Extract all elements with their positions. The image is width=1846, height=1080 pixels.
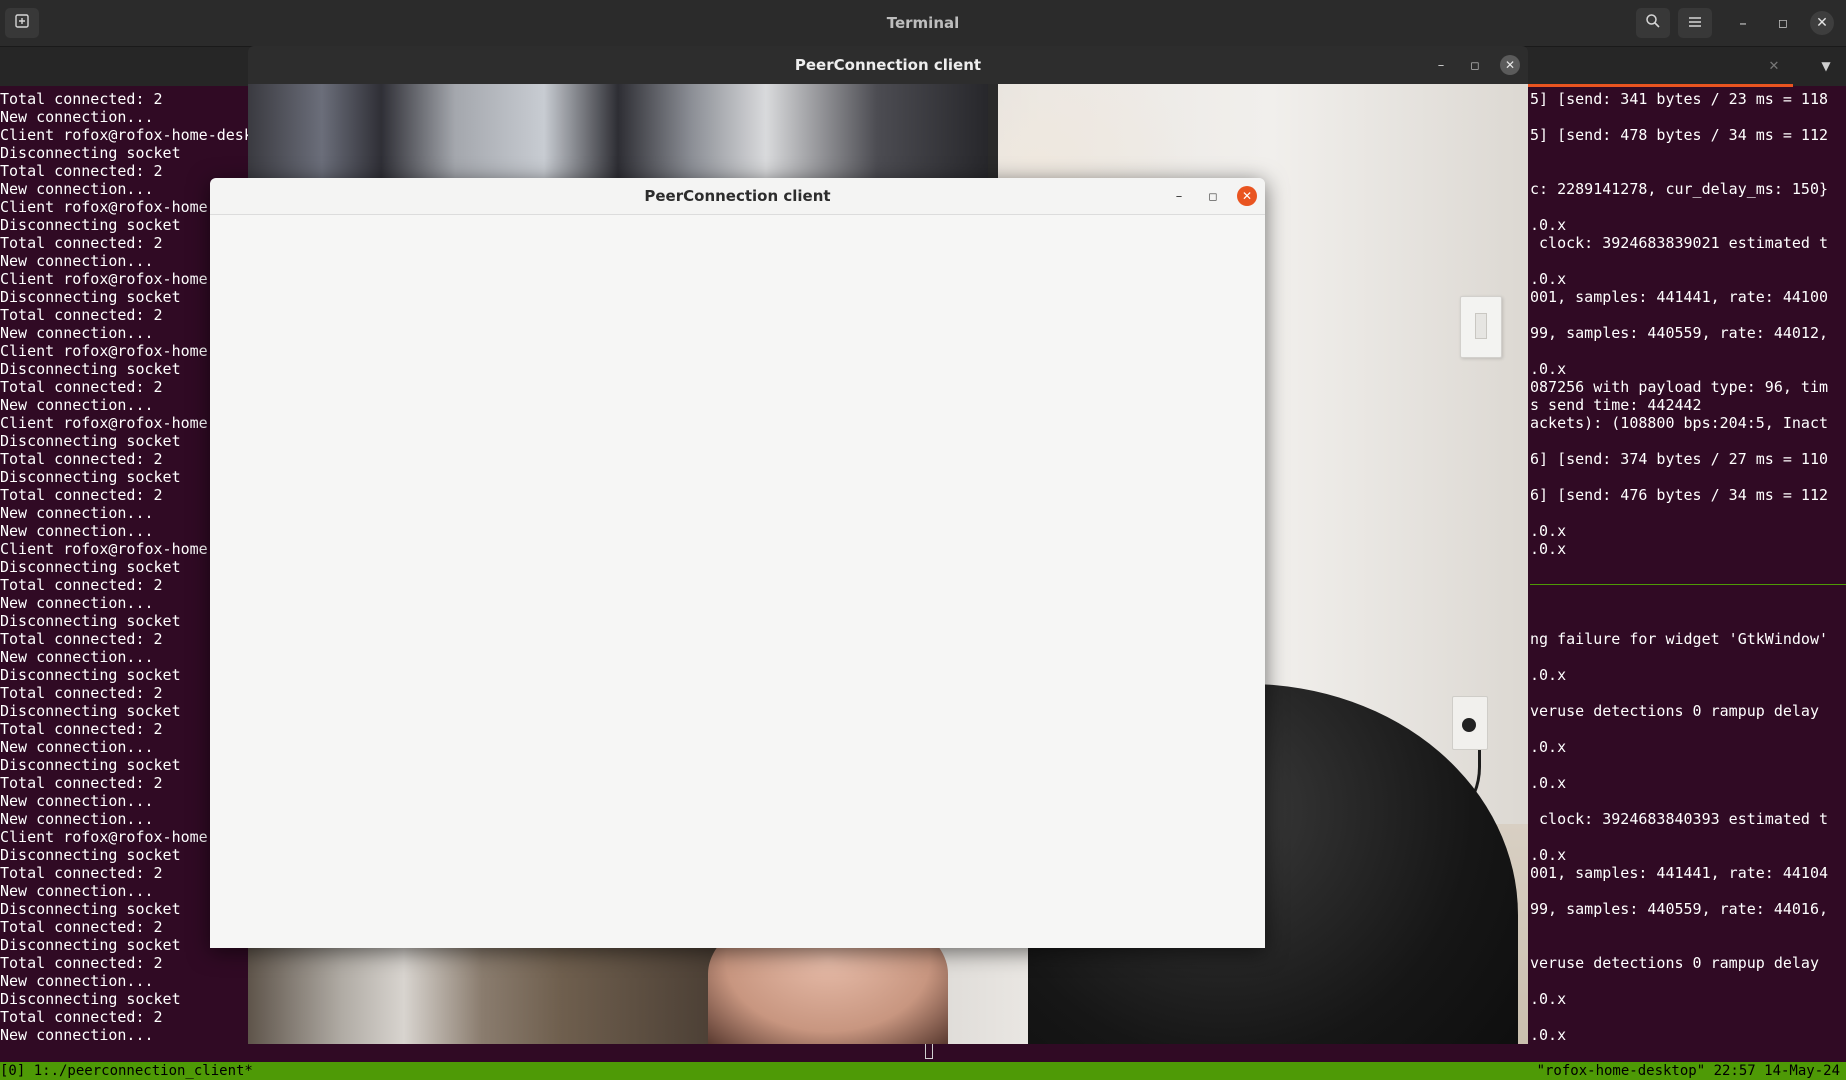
client-window-titlebar[interactable]: PeerConnection client – ◻ ✕: [210, 178, 1265, 215]
terminal-line: .0.x: [1530, 774, 1567, 792]
peerconnection-client-window[interactable]: PeerConnection client – ◻ ✕: [210, 178, 1265, 948]
client-window-content[interactable]: [210, 215, 1265, 948]
terminal-line: c: 2289141278, cur_delay_ms: 150}: [1530, 180, 1829, 198]
terminal-cursor: [925, 1043, 933, 1059]
terminal-line: .0.x: [1530, 540, 1567, 558]
menu-button[interactable]: [1678, 8, 1712, 38]
terminal-line: 6] [send: 476 bytes / 34 ms = 112: [1530, 486, 1829, 504]
search-icon: [1645, 13, 1661, 33]
terminal-line: 99, samples: 440559, rate: 44012,: [1530, 324, 1829, 342]
terminal-line: Disconnecting socket: [0, 144, 181, 162]
status-host-time: "rofox-home-desktop" 22:57 14-May-24: [1536, 1063, 1840, 1079]
terminal-minimize-button[interactable]: –: [1728, 8, 1758, 38]
terminal-line: .0.x: [1530, 738, 1567, 756]
terminal-line: Disconnecting socket: [0, 990, 181, 1008]
terminal-line: 087256 with payload type: 96, tim: [1530, 378, 1829, 396]
terminal-line: .0.x: [1530, 666, 1567, 684]
terminal-line: New connection...: [0, 108, 154, 126]
video-plug: [1462, 718, 1476, 732]
terminal-header-bar: Terminal – ◻ ✕: [0, 0, 1846, 47]
terminal-line: clock: 3924683839021 estimated t: [1530, 234, 1829, 252]
terminal-close-button[interactable]: ✕: [1810, 11, 1834, 35]
terminal-line: .0.x: [1530, 360, 1567, 378]
terminal-line: Total connected: 2: [0, 1008, 163, 1026]
video-window-minimize-button[interactable]: –: [1430, 54, 1452, 76]
client-window-close-button[interactable]: ✕: [1237, 186, 1257, 206]
terminal-line: ng failure for widget 'GtkWindow': [1530, 630, 1829, 648]
client-window-minimize-button[interactable]: –: [1168, 185, 1190, 207]
terminal-line: .0.x: [1530, 1026, 1567, 1044]
tmux-status-bar: [0] 1:./peerconnection_client* "rofox-ho…: [0, 1062, 1846, 1080]
video-window-close-button[interactable]: ✕: [1500, 55, 1520, 75]
video-window-titlebar[interactable]: PeerConnection client – ◻ ✕: [248, 46, 1528, 84]
terminal-line: 6] [send: 374 bytes / 27 ms = 110: [1530, 450, 1829, 468]
hamburger-menu-icon: [1688, 14, 1702, 32]
terminal-line: 001, samples: 441441, rate: 44100: [1530, 288, 1829, 306]
terminal-line: Total connected: 2: [0, 90, 163, 108]
status-window-list[interactable]: [0] 1:./peerconnection_client*: [0, 1062, 253, 1080]
terminal-line: s send time: 442442: [1530, 396, 1702, 414]
client-window-maximize-button[interactable]: ◻: [1202, 185, 1224, 207]
terminal-line: 5] [send: 341 bytes / 23 ms = 118: [1530, 90, 1829, 108]
terminal-line: ackets): (108800 bps:204:5, Inact: [1530, 414, 1829, 432]
terminal-title: Terminal: [886, 14, 960, 32]
tab-close-icon[interactable]: ✕: [1764, 56, 1784, 76]
terminal-line: Total connected: 2: [0, 954, 163, 972]
terminal-line: .0.x: [1530, 216, 1567, 234]
terminal-line: 99, samples: 440559, rate: 44016,: [1530, 900, 1829, 918]
terminal-line: New connection...: [0, 972, 154, 990]
terminal-maximize-button[interactable]: ◻: [1768, 8, 1798, 38]
terminal-line: clock: 3924683840393 estimated t: [1530, 810, 1829, 828]
terminal-line: Client rofox@rofox-home-desk: [0, 126, 253, 144]
terminal-line: veruse detections 0 rampup delay: [1530, 702, 1819, 720]
search-button[interactable]: [1636, 8, 1670, 38]
terminal-line: .0.x: [1530, 990, 1567, 1008]
tab-dropdown-icon[interactable]: ▼: [1814, 56, 1838, 76]
video-window-maximize-button[interactable]: ◻: [1464, 54, 1486, 76]
terminal-line: veruse detections 0 rampup delay: [1530, 954, 1819, 972]
pane-separator: [1530, 584, 1846, 594]
terminal-line: 001, samples: 441441, rate: 44104: [1530, 864, 1829, 882]
terminal-line: .0.x: [1530, 522, 1567, 540]
terminal-line: .0.x: [1530, 846, 1567, 864]
terminal-line: New connection...: [0, 1026, 154, 1044]
terminal-right-pane[interactable]: 5] [send: 341 bytes / 23 ms = 118 5] [sen…: [1530, 90, 1846, 1050]
terminal-line: .0.x: [1530, 270, 1567, 288]
active-tab-indicator: [1528, 84, 1793, 87]
terminal-line: 5] [send: 478 bytes / 34 ms = 112: [1530, 126, 1829, 144]
video-window-title: PeerConnection client: [794, 56, 982, 74]
client-window-title: PeerConnection client: [644, 187, 831, 205]
video-wall-switch: [1460, 296, 1502, 358]
